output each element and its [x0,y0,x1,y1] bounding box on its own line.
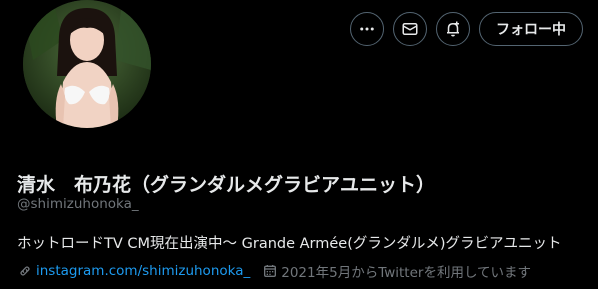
notifications-button[interactable] [436,12,470,46]
envelope-icon [402,23,418,35]
following-button[interactable]: フォロー中 [479,12,583,46]
username-handle: @shimizuhonoka_ [17,196,139,212]
link-icon [20,266,30,276]
profile-actions: フォロー中 [350,12,583,46]
profile-bio: ホットロードTV CM現在出演中〜 Grande Armée(グランダルメ)グラ… [17,236,562,252]
avatar-image [23,0,151,128]
profile-meta: instagram.com/shimizuhonoka_ 2021年5月からTw… [17,261,531,281]
joined-item: 2021年5月からTwitterを利用しています [262,261,531,281]
more-horizontal-icon [360,27,374,31]
calendar-icon [264,265,277,277]
profile-avatar[interactable] [19,0,155,132]
display-name: 清水 布乃花（グランダルメグラビアユニット） [17,174,436,196]
message-button[interactable] [393,12,427,46]
more-button[interactable] [350,12,384,46]
joined-date: 2021年5月からTwitterを利用しています [281,265,532,281]
website-item: instagram.com/shimizuhonoka_ [17,263,250,279]
website-link[interactable]: instagram.com/shimizuhonoka_ [36,263,250,279]
bell-plus-icon [447,21,459,37]
